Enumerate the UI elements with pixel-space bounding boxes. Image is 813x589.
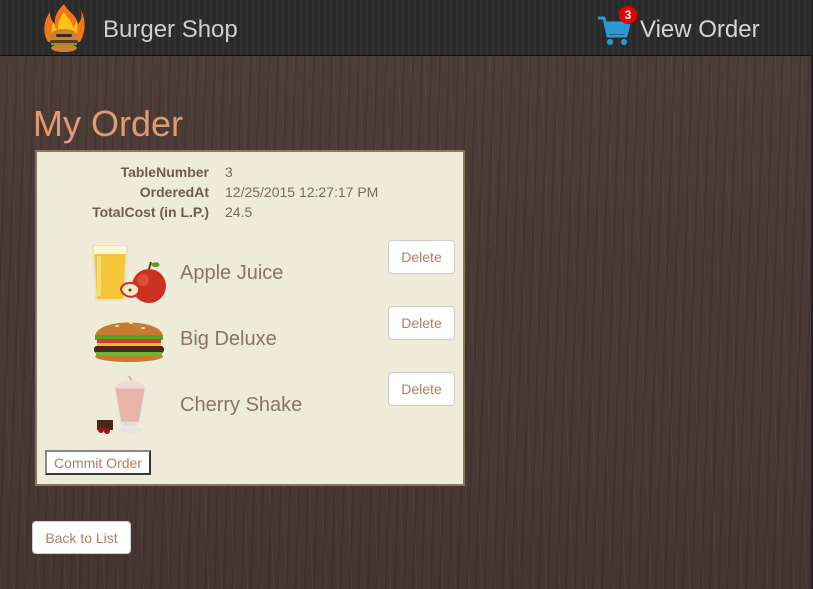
back-to-list-button[interactable]: Back to List: [32, 521, 131, 554]
total-cost-row: TotalCost (in L.P.) 24.5: [37, 204, 467, 222]
total-cost-value: 24.5: [225, 204, 253, 220]
order-item-big-deluxe: Big Deluxe Delete: [87, 306, 457, 370]
view-order-link[interactable]: View Order: [640, 16, 760, 44]
burger-image-icon: [94, 322, 164, 362]
delete-apple-juice-button[interactable]: Delete: [388, 240, 455, 274]
item-name: Apple Juice: [180, 262, 284, 284]
brand-link[interactable]: Burger Shop: [103, 16, 238, 44]
apple-juice-image-icon: [91, 245, 166, 303]
order-item-apple-juice: Apple Juice Delete: [87, 240, 457, 304]
ordered-at-row: OrderedAt 12/25/2015 12:27:17 PM: [37, 184, 467, 202]
ordered-at-label: OrderedAt: [139, 184, 209, 200]
item-name: Big Deluxe: [180, 328, 277, 350]
total-cost-label: TotalCost (in L.P.): [92, 204, 209, 220]
table-number-value: 3: [225, 164, 233, 180]
cart-count-badge: 3: [619, 6, 637, 24]
item-name: Cherry Shake: [180, 394, 303, 416]
table-number-label: TableNumber: [120, 164, 209, 180]
ordered-at-value: 12/25/2015 12:27:17 PM: [225, 184, 379, 200]
commit-order-button[interactable]: Commit Order: [45, 450, 151, 475]
order-panel: TableNumber 3 OrderedAt 12/25/2015 12:27…: [35, 150, 465, 486]
delete-cherry-shake-button[interactable]: Delete: [388, 372, 455, 406]
table-number-row: TableNumber 3: [37, 164, 467, 182]
milkshake-image-icon: [97, 375, 146, 434]
flaming-burger-logo-icon[interactable]: [42, 2, 86, 54]
delete-big-deluxe-button[interactable]: Delete: [388, 306, 455, 340]
top-navbar: Burger Shop 3 View Order: [0, 0, 811, 56]
page-title: My Order: [33, 103, 184, 144]
order-item-cherry-shake: Cherry Shake Delete: [87, 372, 457, 436]
